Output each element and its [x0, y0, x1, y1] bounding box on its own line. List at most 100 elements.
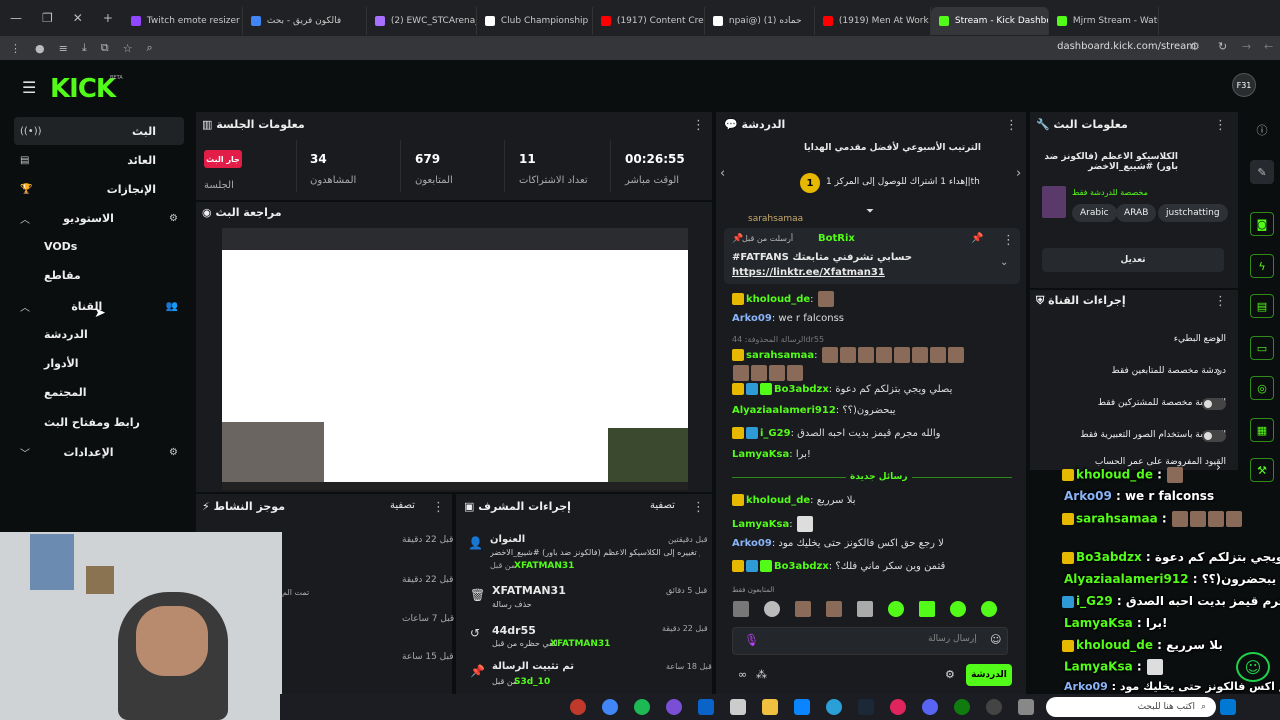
- chat-username[interactable]: sarahsamaa: [746, 350, 814, 361]
- minimize-icon[interactable]: —: [0, 11, 32, 25]
- followers-only-row[interactable]: دردشة مخصصة للمتابعين فقط: [1040, 366, 1226, 376]
- chat-username[interactable]: LamyaKsa: [732, 519, 789, 530]
- forward-icon[interactable]: →: [1242, 40, 1251, 53]
- close-window-icon[interactable]: ✕: [63, 11, 93, 25]
- emote-icon[interactable]: [919, 601, 935, 617]
- unpin-icon[interactable]: 📌: [971, 233, 983, 244]
- back-icon[interactable]: ←: [1264, 40, 1273, 53]
- sidebar-item-achievements[interactable]: الإنجازات 🏆: [14, 175, 184, 203]
- chat-username[interactable]: LamyaKsa: [732, 449, 789, 460]
- pinned-link[interactable]: https://linktr.ee/Xfatman31: [732, 267, 885, 278]
- address-bar[interactable]: dashboard.kick.com/stream: [1057, 41, 1196, 52]
- category-thumbnail[interactable]: [1042, 186, 1066, 218]
- tag-chip[interactable]: ARAB: [1116, 204, 1157, 222]
- chat-username[interactable]: Arko09: [732, 313, 772, 324]
- app-icon[interactable]: [666, 699, 682, 715]
- browser-tab[interactable]: npai@) (1) حماده: [705, 7, 815, 35]
- broadcast-icon[interactable]: ◎: [1250, 376, 1274, 400]
- edge-icon[interactable]: [826, 699, 842, 715]
- activity-filter-button[interactable]: تصفية: [390, 500, 415, 511]
- browser-tab[interactable]: (2) EWC_STCArena_A: [367, 7, 477, 35]
- lightning-icon[interactable]: ϟ: [1250, 254, 1274, 278]
- chat-username[interactable]: Arko09: [732, 538, 772, 549]
- emote-icon[interactable]: [950, 601, 966, 617]
- pinned-menu-icon[interactable]: ⋮: [1002, 233, 1015, 248]
- tag-chip[interactable]: Arabic: [1072, 204, 1117, 222]
- emoji-icon[interactable]: ☺: [990, 633, 1001, 646]
- tag-chip[interactable]: justchatting: [1158, 204, 1228, 222]
- sidebar-item-clips[interactable]: مقاطع: [44, 269, 81, 282]
- chevron-down-icon[interactable]: ⌄: [1000, 257, 1008, 268]
- emote-icon[interactable]: [826, 601, 842, 617]
- infinity-icon[interactable]: ∞: [738, 668, 747, 681]
- task-view-icon[interactable]: [1018, 699, 1034, 715]
- activity-menu-icon[interactable]: ⋮: [432, 500, 445, 515]
- user-avatar[interactable]: F31: [1232, 73, 1256, 97]
- app-icon[interactable]: [570, 699, 586, 715]
- mod-item-by[interactable]: S3d_10: [514, 677, 550, 687]
- subscribers-only-toggle[interactable]: [1202, 398, 1226, 410]
- chat-username[interactable]: Bo3abdzx: [774, 561, 829, 572]
- outlook-icon[interactable]: [698, 699, 714, 715]
- browser-tab[interactable]: فالكون فريق - بحث: [243, 7, 367, 35]
- tab-search-icon[interactable]: ⧉: [101, 41, 109, 55]
- sidebar-item-stream-key[interactable]: رابط ومفتاح البث: [44, 416, 140, 429]
- sidebar-item-community[interactable]: المجتمع: [44, 386, 87, 399]
- chevron-right-icon[interactable]: ›: [1016, 166, 1021, 181]
- pinned-user[interactable]: BotRix: [818, 233, 855, 244]
- top-chat-user[interactable]: sarahsamaa: [748, 214, 803, 224]
- users-dots-icon[interactable]: ⁂: [756, 668, 767, 681]
- emote-icon[interactable]: [981, 601, 997, 617]
- obs-icon[interactable]: [986, 699, 1002, 715]
- account-age-row[interactable]: القيود المفروضة على عمر الحساب: [1040, 457, 1226, 467]
- app-icon[interactable]: [890, 699, 906, 715]
- chat-menu-icon[interactable]: ⋮: [1005, 118, 1018, 133]
- xbox-icon[interactable]: [954, 699, 970, 715]
- chat-username[interactable]: i_G29: [760, 428, 791, 439]
- browser-tab[interactable]: Mjrm Stream - Watc: [1049, 7, 1159, 35]
- emote-icon[interactable]: [795, 601, 811, 617]
- sidebar-item-revenue[interactable]: العائد ▤: [14, 146, 184, 174]
- chat-username[interactable]: Alyaziaalameri912: [732, 405, 836, 416]
- chevron-right-icon[interactable]: ›: [1216, 332, 1221, 346]
- channel-actions-menu-icon[interactable]: ⋮: [1214, 294, 1227, 309]
- chevron-left-icon[interactable]: ‹: [720, 166, 725, 181]
- gear-icon[interactable]: ⚙: [169, 447, 178, 458]
- slow-mode-row[interactable]: الوضع البطيء: [1040, 334, 1226, 344]
- emote-icon[interactable]: [733, 601, 749, 617]
- taskbar-search[interactable]: اكتب هنا للبحث ⌕: [1046, 697, 1216, 717]
- browser-tab[interactable]: (1917) Content Creati: [593, 7, 705, 35]
- sidebar-item-settings[interactable]: ⚙ الإعدادات ﹀: [14, 438, 184, 466]
- emote-icon[interactable]: [764, 601, 780, 617]
- info-icon[interactable]: ⓘ: [1250, 118, 1274, 142]
- document-icon[interactable]: ▤: [1250, 294, 1274, 318]
- pencil-icon[interactable]: ✎: [1250, 160, 1274, 184]
- chevron-right-icon[interactable]: ›: [1216, 460, 1221, 474]
- chevron-right-icon[interactable]: ›: [1216, 364, 1221, 378]
- steam-icon[interactable]: [858, 699, 874, 715]
- sidebar-item-stream[interactable]: البث ((•)): [14, 117, 184, 145]
- browser-tab[interactable]: Club Championship: [477, 7, 593, 35]
- sidebar-item-studio[interactable]: ⚙ الاستوديو ︿: [14, 204, 184, 232]
- profile-icon[interactable]: ●: [35, 42, 45, 55]
- sidebar-item-roles[interactable]: الأدوار: [44, 357, 79, 370]
- camera-icon[interactable]: ◙: [1250, 212, 1274, 236]
- mod-menu-icon[interactable]: ⋮: [692, 500, 705, 515]
- wrench-icon[interactable]: ⚒: [1250, 458, 1274, 482]
- stream-preview-video[interactable]: [222, 228, 688, 490]
- calculator-icon[interactable]: [730, 699, 746, 715]
- kick-logo[interactable]: KICK: [50, 74, 116, 104]
- mod-filter-button[interactable]: تصفية: [650, 500, 675, 511]
- session-menu-icon[interactable]: ⋮: [692, 118, 705, 133]
- spotify-icon[interactable]: [634, 699, 650, 715]
- edit-stream-info-button[interactable]: تعديل: [1042, 248, 1224, 272]
- browser-tab[interactable]: (1919) Men At Work: [815, 7, 931, 35]
- download-icon[interactable]: ⤓: [82, 41, 87, 55]
- store-icon[interactable]: [794, 699, 810, 715]
- new-tab-icon[interactable]: +: [93, 11, 123, 25]
- server-icon[interactable]: ▦: [1250, 418, 1274, 442]
- chat-username[interactable]: kholoud_de: [746, 495, 810, 506]
- chat-bubble-icon[interactable]: ▭: [1250, 336, 1274, 360]
- menu-dots-icon[interactable]: ⋮: [10, 42, 21, 55]
- folder-icon[interactable]: [762, 699, 778, 715]
